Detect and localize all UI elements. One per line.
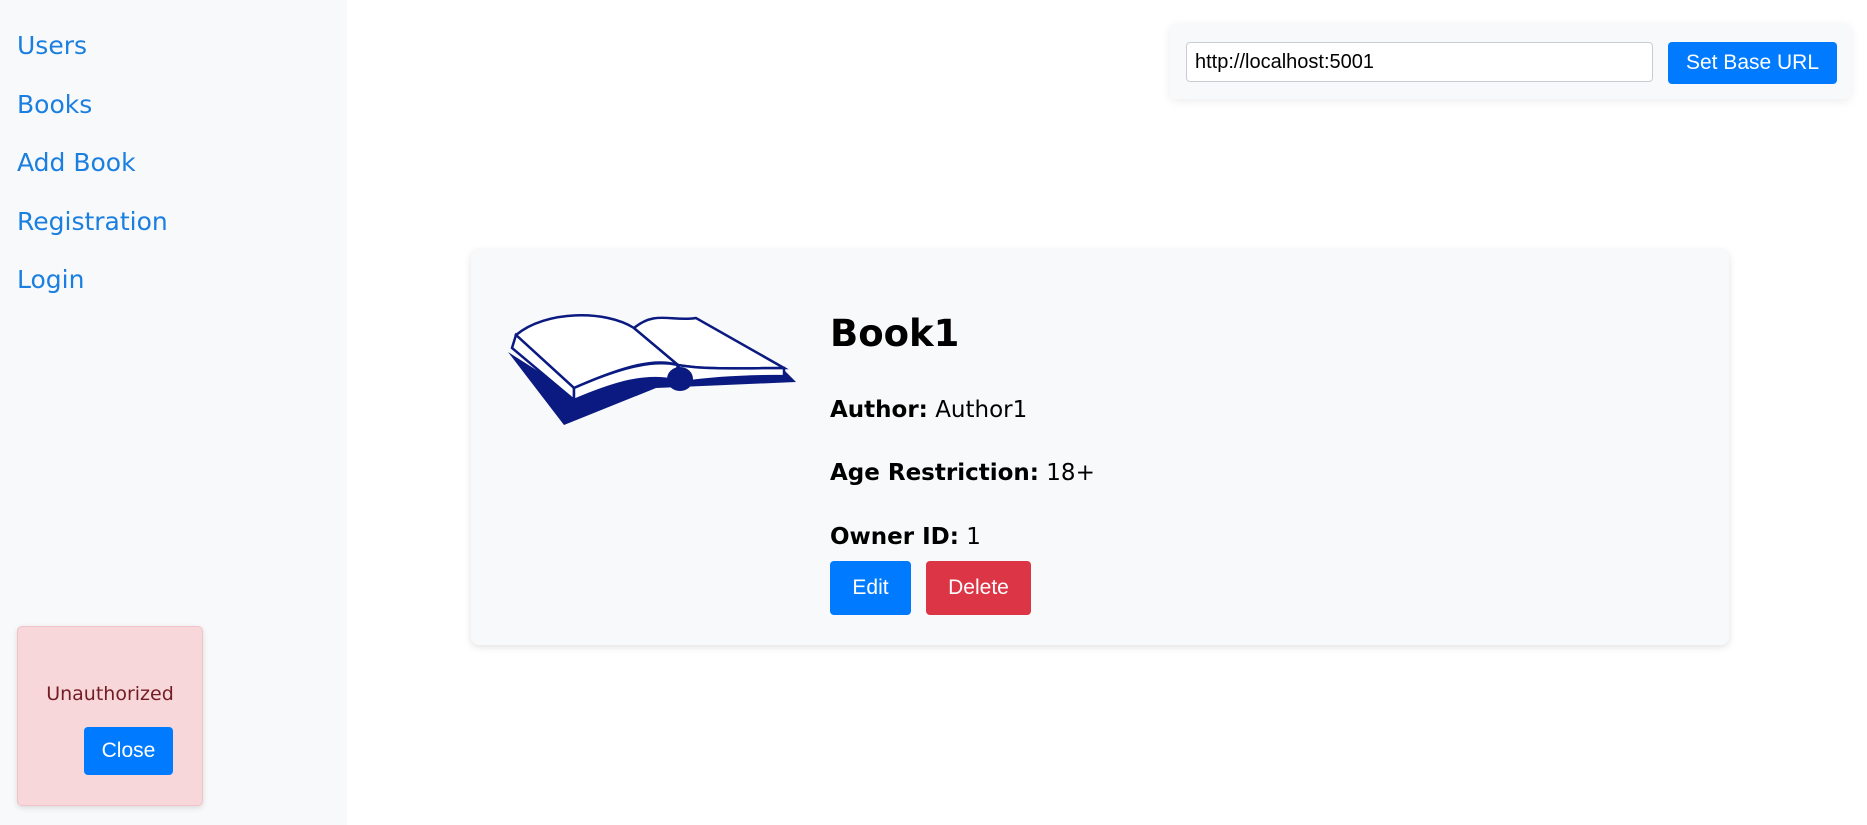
- set-base-url-button[interactable]: Set Base URL: [1668, 42, 1837, 84]
- toast-message: Unauthorized: [46, 683, 174, 705]
- age-restriction-value: 18+: [1046, 460, 1095, 486]
- sidebar-item-users[interactable]: Users: [17, 31, 87, 61]
- book-card: Book1 Author: Author1 Age Restriction: 1…: [471, 250, 1729, 645]
- author-value: Author1: [935, 397, 1028, 423]
- age-restriction-label: Age Restriction:: [830, 460, 1039, 486]
- toast-close-button[interactable]: Close: [84, 727, 173, 775]
- owner-id-field: Owner ID: 1: [830, 524, 981, 550]
- owner-id-value: 1: [966, 524, 981, 550]
- error-toast: Unauthorized Close: [17, 626, 203, 806]
- author-field: Author: Author1: [830, 397, 1027, 423]
- book-title: Book1: [830, 312, 960, 355]
- sidebar-item-registration[interactable]: Registration: [17, 207, 168, 237]
- sidebar-item-books[interactable]: Books: [17, 90, 92, 120]
- sidebar-item-add-book[interactable]: Add Book: [17, 148, 136, 178]
- author-label: Author:: [830, 397, 928, 423]
- delete-button[interactable]: Delete: [926, 561, 1031, 615]
- open-book-icon: [508, 314, 796, 425]
- sidebar: Users Books Add Book Registration Login …: [0, 0, 347, 825]
- edit-button[interactable]: Edit: [830, 561, 911, 615]
- owner-id-label: Owner ID:: [830, 524, 959, 550]
- sidebar-item-login[interactable]: Login: [17, 265, 84, 295]
- base-url-panel: Set Base URL: [1170, 24, 1851, 99]
- age-restriction-field: Age Restriction: 18+: [830, 460, 1095, 486]
- base-url-input[interactable]: [1186, 42, 1653, 82]
